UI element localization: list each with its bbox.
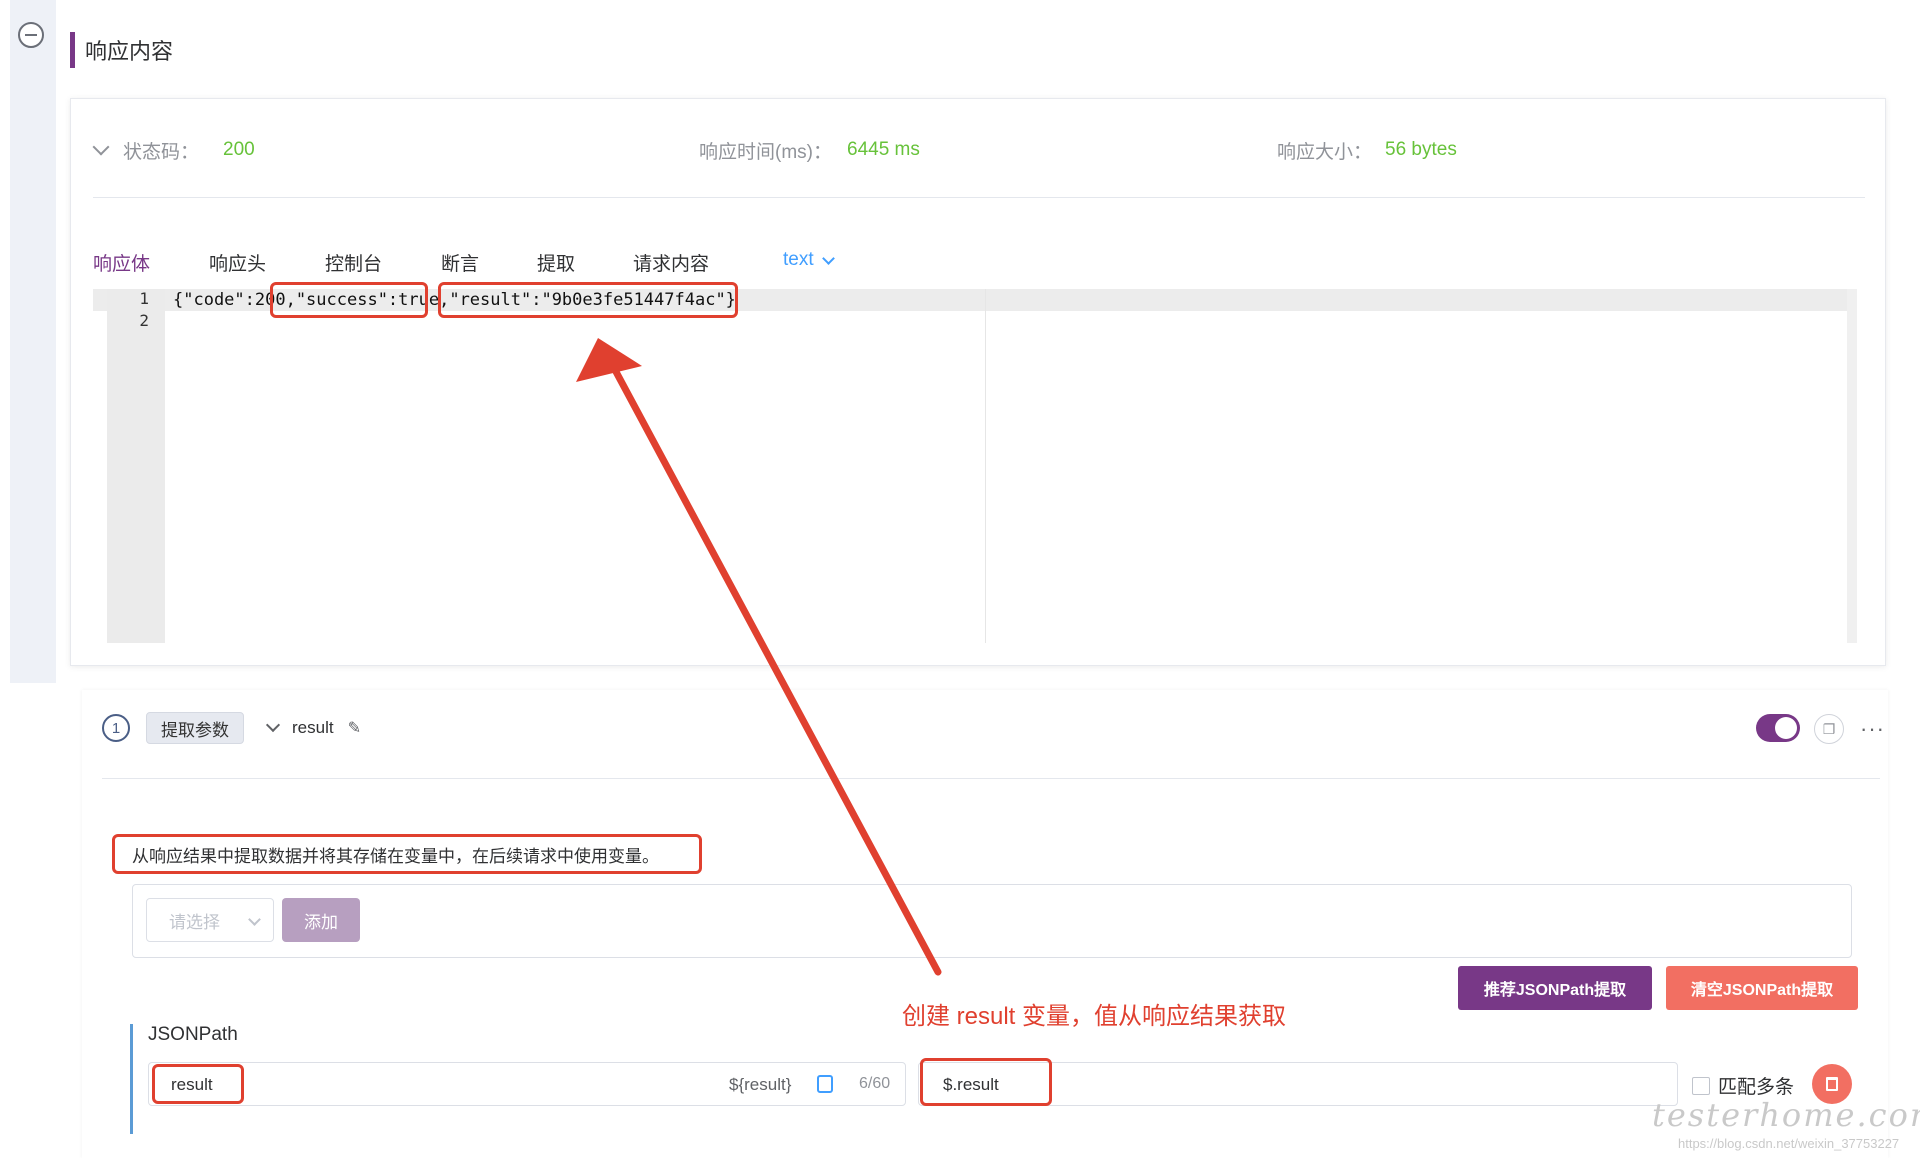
left-rail bbox=[10, 0, 56, 683]
tab-console[interactable]: 控制台 bbox=[325, 249, 382, 276]
edit-icon[interactable]: ✎ bbox=[348, 718, 361, 738]
select-placeholder: 请选择 bbox=[169, 912, 220, 932]
format-mode-label: text bbox=[783, 249, 814, 270]
variable-name-input[interactable]: result ${result} 6/60 bbox=[148, 1062, 906, 1106]
variable-reference: ${result} bbox=[729, 1075, 792, 1094]
line-number-gutter: 1 2 bbox=[107, 289, 165, 643]
format-mode-dropdown[interactable]: text bbox=[783, 249, 835, 271]
chevron-down-icon[interactable] bbox=[265, 717, 281, 733]
page-title: 响应内容 bbox=[85, 39, 174, 64]
divider bbox=[93, 197, 1865, 198]
tab-extract[interactable]: 提取 bbox=[537, 249, 575, 276]
chevron-down-icon bbox=[248, 913, 261, 926]
annotation-text: 创建 result 变量，值从响应结果获取 bbox=[902, 1003, 1287, 1030]
recommend-jsonpath-button[interactable]: 推荐JSONPath提取 bbox=[1458, 966, 1652, 1010]
response-size-value: 56 bytes bbox=[1385, 139, 1457, 160]
line-number: 1 bbox=[139, 289, 149, 308]
response-time-label: 响应时间(ms)： bbox=[699, 142, 832, 163]
char-count: 6/60 bbox=[859, 1075, 891, 1092]
jsonpath-accent-bar bbox=[130, 1024, 133, 1134]
annotation-box-success bbox=[270, 282, 428, 318]
response-size-label: 响应大小： bbox=[1277, 142, 1373, 163]
section-title: 响应内容 bbox=[70, 32, 173, 68]
match-multiple-label: 匹配多条 bbox=[1718, 1077, 1795, 1098]
line-number: 2 bbox=[139, 311, 149, 330]
extract-name: result bbox=[292, 718, 334, 737]
match-multiple-checkbox[interactable] bbox=[1692, 1076, 1710, 1095]
annotation-box-var bbox=[152, 1064, 244, 1104]
title-accent-bar bbox=[70, 32, 75, 68]
extract-type-area bbox=[132, 884, 1852, 958]
copy-icon[interactable] bbox=[817, 1075, 833, 1093]
chevron-down-icon[interactable] bbox=[92, 138, 110, 156]
tab-request-content[interactable]: 请求内容 bbox=[633, 249, 709, 276]
extract-name-row: result ✎ bbox=[265, 714, 361, 742]
annotation-box-path bbox=[920, 1058, 1052, 1106]
status-code-value: 200 bbox=[223, 139, 255, 160]
print-margin bbox=[985, 289, 986, 643]
clear-jsonpath-button[interactable]: 清空JSONPath提取 bbox=[1666, 966, 1858, 1010]
tab-assertions[interactable]: 断言 bbox=[441, 249, 479, 276]
annotation-box-result bbox=[438, 282, 738, 318]
tab-response-body[interactable]: 响应体 bbox=[93, 249, 150, 276]
tab-response-headers[interactable]: 响应头 bbox=[209, 249, 266, 276]
chevron-down-icon bbox=[821, 251, 835, 265]
divider bbox=[102, 778, 1880, 779]
enable-toggle[interactable] bbox=[1756, 714, 1800, 742]
watermark: testerhome.com bbox=[1652, 1096, 1920, 1134]
more-icon[interactable]: ··· bbox=[1860, 714, 1885, 744]
trash-icon bbox=[1826, 1077, 1838, 1091]
match-multiple[interactable]: 匹配多条 bbox=[1692, 1072, 1794, 1099]
scrollbar[interactable] bbox=[1847, 289, 1857, 643]
extract-type-select[interactable]: 请选择 bbox=[146, 898, 274, 942]
jsonpath-label: JSONPath bbox=[148, 1024, 238, 1045]
copy-icon[interactable]: ❐ bbox=[1814, 714, 1844, 744]
response-time-value: 6445 ms bbox=[847, 139, 920, 160]
collapse-icon[interactable] bbox=[18, 22, 44, 48]
step-number: 1 bbox=[102, 714, 130, 742]
source-url: https://blog.csdn.net/weixin_37753227 bbox=[1678, 1136, 1900, 1151]
response-card: 状态码： 200 响应时间(ms)： 6445 ms 响应大小： 56 byte… bbox=[70, 98, 1886, 666]
type-tag: 提取参数 bbox=[146, 712, 244, 744]
status-code-label: 状态码： bbox=[123, 142, 200, 163]
status-row: 状态码： 200 响应时间(ms)： 6445 ms 响应大小： 56 byte… bbox=[92, 129, 1855, 173]
code-editor[interactable]: 1 2 {"code":200,"success":true,"result":… bbox=[93, 289, 1865, 643]
extract-description: 从响应结果中提取数据并将其存储在变量中，在后续请求中使用变量。 bbox=[132, 847, 659, 866]
add-button[interactable]: 添加 bbox=[282, 898, 360, 942]
